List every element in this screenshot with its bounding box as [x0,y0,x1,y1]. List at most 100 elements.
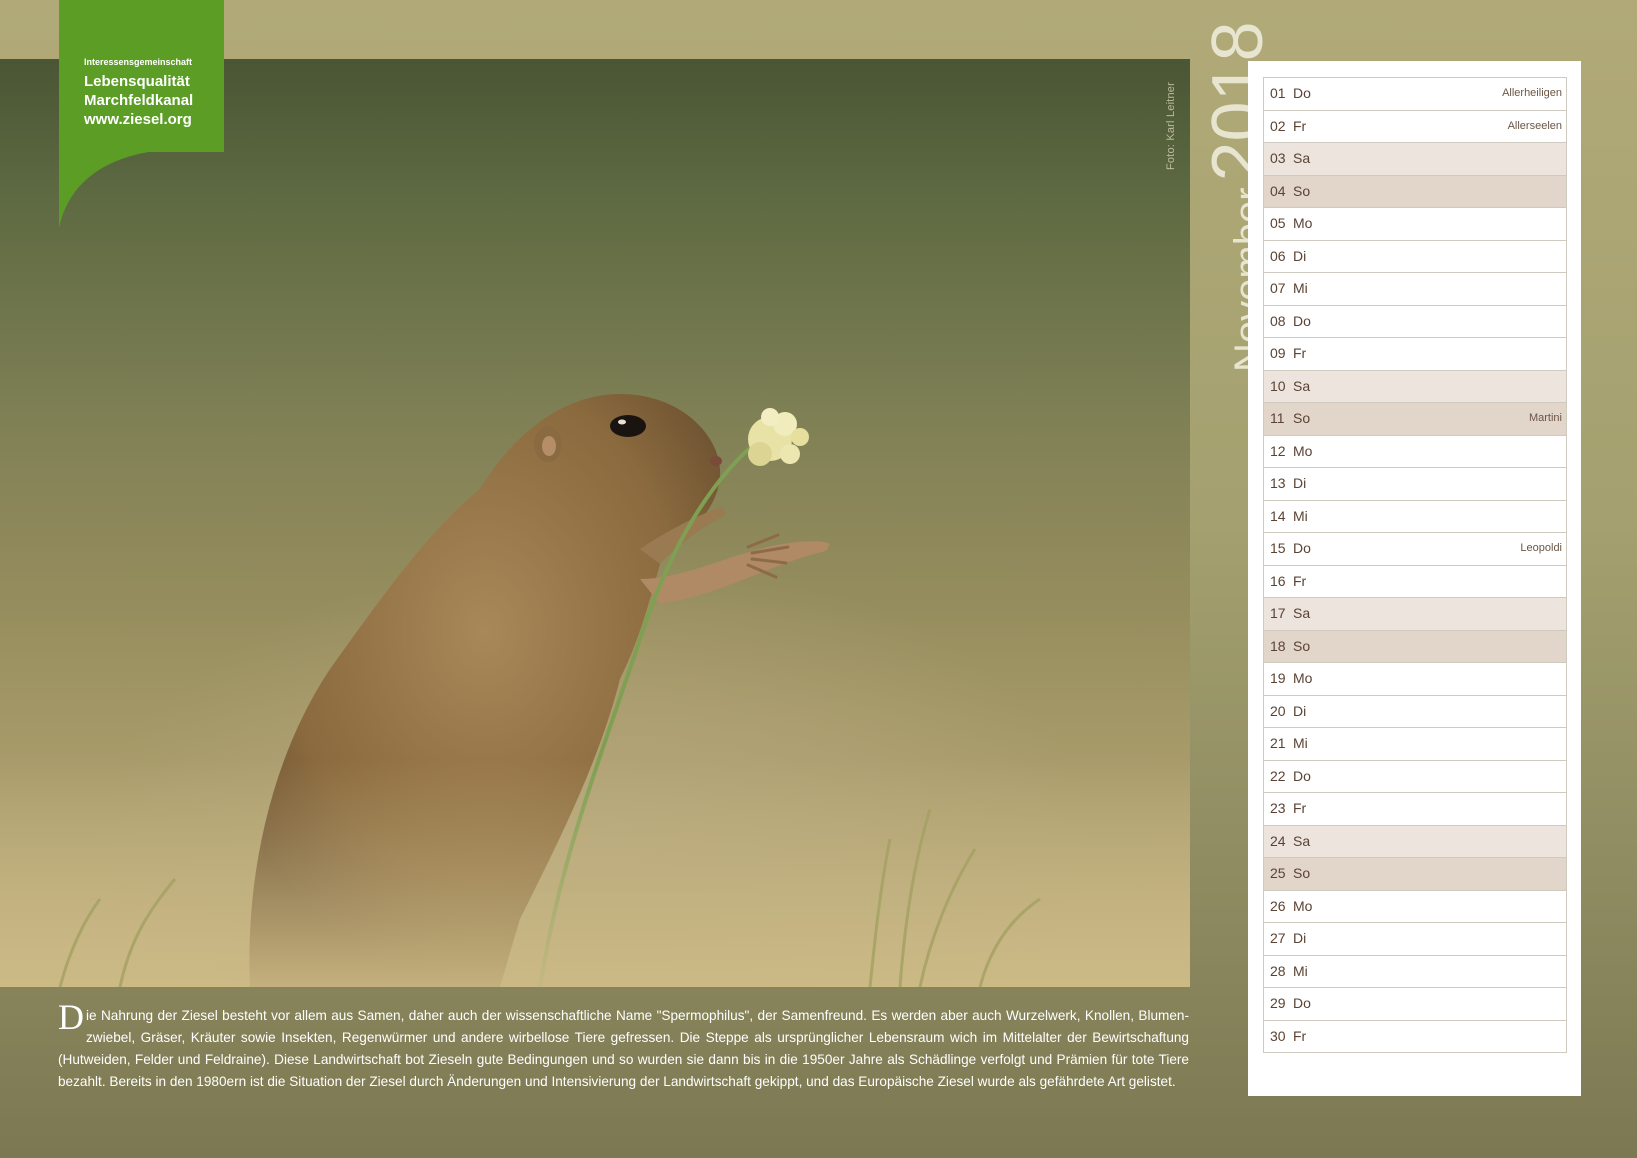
logo-line-lebensqualitaet: Lebensqualität [84,73,190,90]
day-number: 09 [1270,345,1286,361]
photo-credit: Foto: Karl Leitner [1165,82,1177,170]
weekday-label: Do [1293,995,1311,1011]
day-number: 07 [1270,280,1286,296]
calendar-row: 03 Sa [1263,143,1567,176]
holiday-label: Martini [1528,412,1562,424]
calendar-row: 27 Di [1263,923,1567,956]
calendar-row: 02 Fr Allerseelen [1263,110,1567,143]
calendar-row: 25 So [1263,858,1567,891]
calendar-row: 01 Do Allerheiligen [1263,78,1567,111]
holiday-label: Leopoldi [1520,542,1562,554]
day-number: 16 [1270,572,1286,589]
description-text: ie Nahrung der Ziesel besteht vor allem … [58,1008,1189,1089]
holiday-label: Allerseelen [1507,119,1562,132]
calendar-row: 10 Sa [1263,370,1567,403]
calendar-row: 08 Do [1263,305,1567,338]
day-number: 18 [1270,637,1286,654]
weekday-label: Do [1293,767,1311,784]
day-number: 01 [1270,85,1286,101]
logo-line-small: Interessensgemeinschaft [84,57,193,67]
day-number: 29 [1270,995,1286,1011]
weekday-label: Do [1293,312,1311,329]
description-paragraph: Die Nahrung der Ziesel besteht vor allem… [58,997,1189,1093]
weekday-label: So [1293,637,1311,654]
calendar-row: 20 Di [1263,695,1567,728]
day-number: 24 [1270,832,1286,849]
weekday-label: Di [1293,930,1307,946]
calendar-row: 29 Do [1263,988,1567,1021]
day-number: 02 [1270,117,1286,134]
weekday-label: Do [1293,85,1311,101]
weekday-label: Mi [1293,735,1308,751]
day-number: 30 [1270,1027,1286,1044]
squirrel-nose [710,456,722,466]
calendar-row: 09 Fr [1263,338,1567,371]
calendar-row: 05 Mo [1263,208,1567,241]
day-number: 03 [1270,150,1286,166]
day-number: 12 [1270,442,1286,459]
calendar-row: 06 Di [1263,240,1567,273]
weekday-label: Di [1293,475,1307,491]
calendar-row: 18 So [1263,630,1567,663]
squirrel-eye [610,415,646,437]
day-number: 17 [1270,605,1286,621]
calendar-row: 28 Mi [1263,955,1567,988]
weekday-label: Di [1293,702,1307,719]
day-number: 14 [1270,507,1286,524]
weekday-label: Fr [1293,117,1307,134]
weekday-label: Fr [1293,572,1307,589]
day-number: 19 [1270,670,1286,686]
day-number: 13 [1270,475,1286,491]
calendar-row: 30 Fr [1263,1020,1567,1053]
day-number: 11 [1270,410,1285,426]
calendar-row: 22 Do [1263,760,1567,793]
calendar-row: 13 Di [1263,468,1567,501]
weekday-label: So [1293,182,1311,199]
day-number: 20 [1270,702,1286,719]
calendar-row: 21 Mi [1263,728,1567,761]
day-number: 05 [1270,215,1286,231]
weekday-label: Di [1293,247,1307,264]
calendar-row: 23 Fr [1263,793,1567,826]
day-number: 28 [1270,962,1286,979]
photo-illustration [0,394,1190,987]
calendar-row: 24 Sa [1263,825,1567,858]
weekday-label: Mo [1293,215,1313,231]
weekday-label: Mi [1293,507,1308,524]
day-number: 04 [1270,182,1286,199]
weekday-label: Mo [1293,442,1313,459]
day-number: 08 [1270,312,1286,329]
weekday-label: So [1293,865,1311,881]
weekday-label: Do [1293,540,1311,556]
weekday-label: Mi [1293,280,1308,296]
calendar-row: 11 So Martini [1263,403,1567,436]
calendar-row: 07 Mi [1263,273,1567,306]
flower-head [748,408,809,466]
drop-cap: D [58,997,84,1037]
calendar-row: 12 Mo [1263,435,1567,468]
weekday-label: Fr [1293,1027,1307,1044]
squirrel-ear-inner [542,436,556,456]
weekday-label: Sa [1293,832,1311,849]
day-number: 26 [1270,897,1286,914]
weekday-label: Mo [1293,897,1313,914]
weekday-label: So [1293,410,1311,426]
weekday-label: Sa [1293,377,1311,394]
calendar-row: 17 Sa [1263,598,1567,631]
calendar-row: 16 Fr [1263,565,1567,598]
day-number: 23 [1270,800,1286,816]
day-number: 25 [1270,865,1286,881]
logo-website: www.ziesel.org [84,111,192,128]
calendar-row: 26 Mo [1263,890,1567,923]
day-number: 21 [1270,735,1286,751]
logo-line-marchfeldkanal: Marchfeldkanal [84,92,194,109]
weekday-label: Sa [1293,605,1311,621]
squirrel-eye-highlight [618,419,626,425]
day-number: 10 [1270,377,1286,394]
logo-badge: Interessensgemeinschaft Lebensqualität M… [59,0,224,152]
calendar-row: 04 So [1263,175,1567,208]
weekday-label: Fr [1293,800,1307,816]
ground-squirrel-photo [0,59,1190,987]
grass-foreground [0,759,1190,987]
day-number: 15 [1270,540,1286,556]
